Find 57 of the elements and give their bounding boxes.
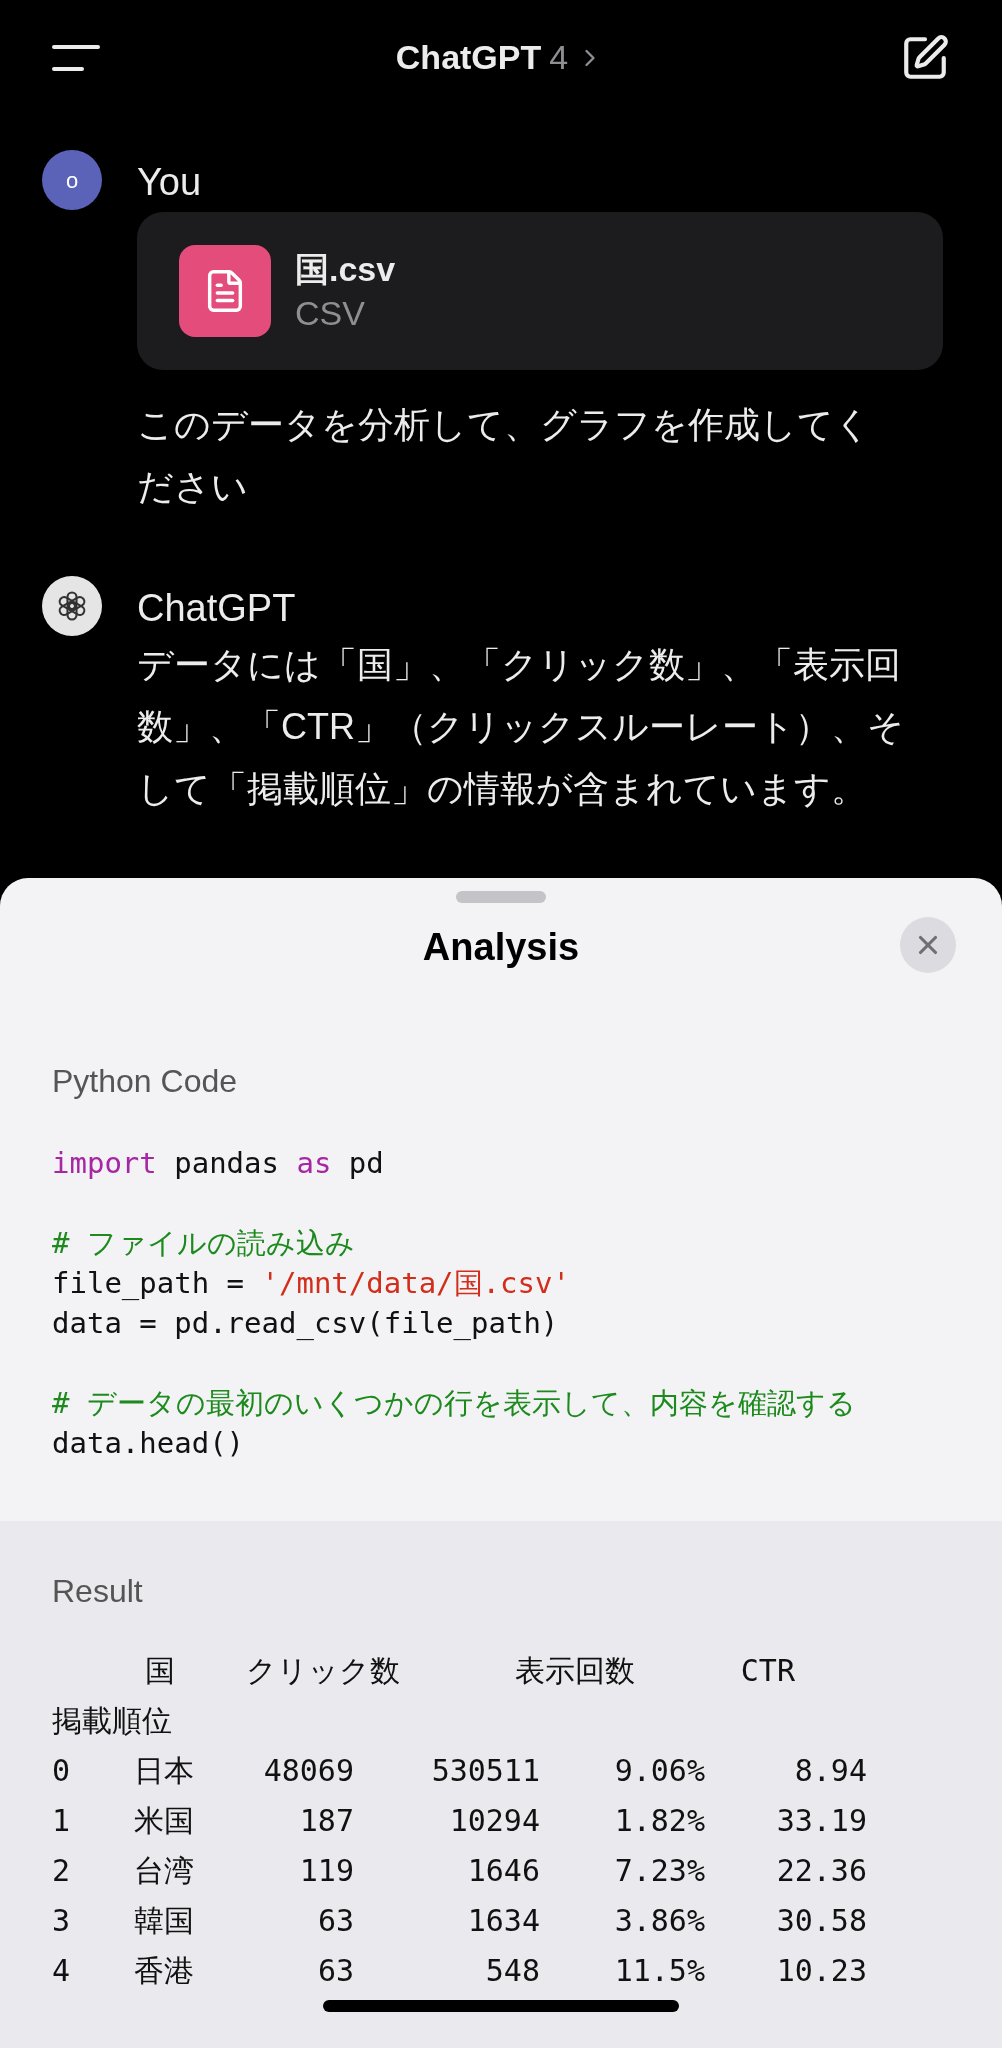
file-card[interactable]: 国.csv CSV (137, 212, 943, 370)
table-cell-text: 8.94 (793, 1752, 867, 1790)
column-header: クリック数 (245, 1652, 400, 1690)
index-name: 掲載順位 (52, 1702, 172, 1740)
table-cell-text: 22.36 (775, 1852, 867, 1890)
table-cell-text: 7.23% (613, 1852, 705, 1890)
column-header: 表示回数 (514, 1652, 635, 1690)
file-name: 国.csv (295, 249, 396, 290)
code-line: data.head() (52, 1425, 246, 1462)
table-cell-text: 63 (316, 1952, 354, 1990)
table-cell-text: 9.06% (613, 1752, 705, 1790)
table-cell-text: 11.5% (613, 1952, 705, 1990)
table-cell-text: 187 (298, 1802, 354, 1840)
table-cell-text: 548 (484, 1952, 540, 1990)
table-cell-text: 0 (52, 1752, 72, 1790)
model-selector[interactable]: ChatGPT 4 (395, 32, 605, 83)
close-button[interactable] (900, 917, 956, 973)
table-cell-text: 韓国 (133, 1902, 194, 1940)
table-cell-text: 3 (52, 1902, 72, 1940)
code-line: import pandas as pd (52, 1145, 385, 1182)
table-cell-text: 香港 (133, 1952, 194, 1990)
code-line: # ファイルの読み込み (52, 1225, 356, 1262)
table-cell-text: 4 (52, 1952, 72, 1990)
menu-icon[interactable] (52, 42, 100, 73)
table-cell-text: 33.19 (775, 1802, 867, 1840)
drag-handle[interactable] (456, 891, 546, 903)
table-cell-text: 30.58 (775, 1902, 867, 1940)
code-line: file_path = '/mnt/data/国.csv' (52, 1265, 571, 1302)
table-cell-text: 2 (52, 1852, 72, 1890)
column-header: CTR (739, 1652, 795, 1690)
section-label: Python Code (52, 1062, 238, 1101)
author-name: ChatGPT (137, 586, 297, 630)
file-type: CSV (295, 293, 366, 334)
table-cell-text: 1.82% (613, 1802, 705, 1840)
column-header: 国 (144, 1652, 175, 1690)
author-name: You (137, 160, 203, 204)
table-cell-text: 米国 (133, 1802, 194, 1840)
table-cell-text: 3.86% (613, 1902, 705, 1940)
table-cell-text: 台湾 (133, 1852, 194, 1890)
table-cell-text: 10294 (448, 1802, 540, 1840)
code-line: # データの最初のいくつかの行を表示して、内容を確認する (52, 1385, 857, 1422)
message-text: このデータを分析して、グラフを作成してください (137, 403, 872, 509)
section-label: Result (52, 1572, 144, 1611)
table-cell-text: 1 (52, 1802, 72, 1840)
table-cell-text: 530511 (430, 1752, 540, 1790)
table-cell-text: 1646 (466, 1852, 540, 1890)
message-text: データには「国」、「クリック数」、「表示回数」、「CTR」（クリックスルーレート）、そして「掲載順位」の情報が含まれています。 (137, 643, 905, 811)
table-cell-text: 119 (298, 1852, 354, 1890)
table-cell-text: 日本 (133, 1752, 194, 1790)
file-icon (179, 245, 271, 337)
sheet-title: Analysis (422, 924, 580, 970)
table-cell-text: 63 (316, 1902, 354, 1940)
user-avatar: o (42, 150, 102, 210)
table-cell-text: 10.23 (775, 1952, 867, 1990)
table-cell-text: 1634 (466, 1902, 540, 1940)
table-cell-text: 48069 (262, 1752, 354, 1790)
code-line: data = pd.read_csv(file_path) (52, 1305, 560, 1342)
